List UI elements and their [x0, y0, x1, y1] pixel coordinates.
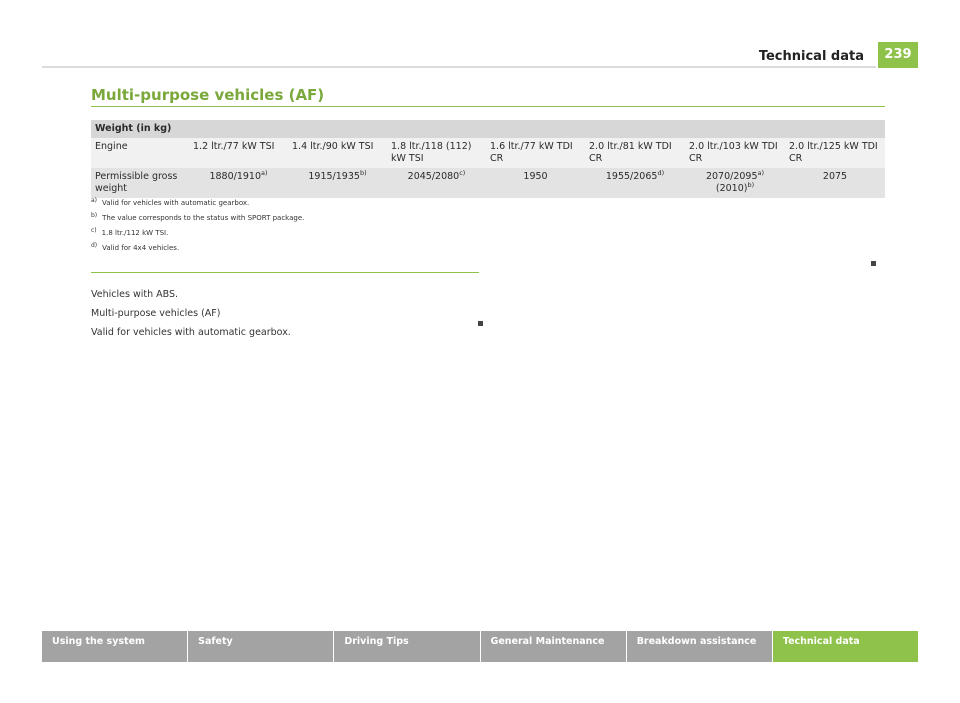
- footnote: a) Valid for vehicles with automatic gear…: [91, 197, 304, 214]
- footnote: d) Valid for 4x4 vehicles.: [91, 242, 304, 259]
- nav-tab-safety[interactable]: Safety: [187, 631, 334, 662]
- weight-value: 2045/2080: [407, 171, 460, 182]
- footnote-ref: b): [747, 181, 755, 189]
- footnote-text: 1.8 ltr./112 kW TSI.: [101, 229, 169, 237]
- weight-value: 1915/1935: [308, 171, 360, 182]
- weight-cell: 2045/2080c): [387, 168, 486, 198]
- footnotes: a) Valid for vehicles with automatic gear…: [91, 197, 305, 259]
- weight-table: Weight (in kg) Engine 1.2 ltr./77 kW TSI…: [91, 120, 886, 198]
- end-of-section-icon: [871, 261, 876, 266]
- weight-value: 2075: [822, 171, 848, 182]
- weight-cell: 2070/2095a) (2010)b): [685, 168, 785, 198]
- weight-row-label: Permissible gross weight: [91, 168, 189, 198]
- nav-tab-general-maintenance[interactable]: General Maintenance: [479, 631, 626, 662]
- weight-cell: 1950: [486, 168, 585, 198]
- nav-tab-technical-data[interactable]: Technical data: [771, 631, 919, 662]
- weight-cell: 1880/1910a): [189, 168, 288, 198]
- engine-row-label: Engine: [91, 138, 189, 168]
- table-heading-row: Weight (in kg): [91, 120, 886, 138]
- footnote-text: Valid for vehicles with automatic gearbo…: [102, 199, 250, 207]
- weight-row: Permissible gross weight 1880/1910a) 191…: [91, 168, 886, 198]
- body-line: Multi-purpose vehicles (AF): [91, 308, 221, 319]
- engine-cell: 2.0 ltr./81 kW TDI CR: [585, 138, 685, 168]
- engine-cell: 2.0 ltr./125 kW TDI CR: [785, 138, 886, 168]
- footnote-ref: d): [657, 169, 665, 177]
- body-line: Vehicles with ABS.: [91, 289, 179, 300]
- nav-tab-breakdown-assistance[interactable]: Breakdown assistance: [625, 631, 772, 662]
- footnote-mark: d): [91, 242, 98, 249]
- footnote-mark: b): [91, 212, 98, 219]
- section-title: Multi-purpose vehicles (AF): [91, 86, 325, 104]
- engine-row: Engine 1.2 ltr./77 kW TSI 1.4 ltr./90 kW…: [91, 138, 886, 168]
- header-title: Technical data: [758, 49, 864, 64]
- weight-cell: 2075: [785, 168, 886, 198]
- footnote-mark: a): [91, 197, 98, 204]
- engine-cell: 1.2 ltr./77 kW TSI: [189, 138, 288, 168]
- footnote: c) 1.8 ltr./112 kW TSI.: [91, 227, 304, 244]
- weight-value: 1880/1910: [209, 171, 262, 182]
- footnote-ref: b): [359, 169, 367, 177]
- engine-cell: 1.6 ltr./77 kW TDI CR: [486, 138, 585, 168]
- weight-value-secondary: (2010): [715, 183, 748, 194]
- nav-tab-driving-tips[interactable]: Driving Tips: [333, 631, 480, 662]
- bottom-nav: Using the system Safety Driving Tips Gen…: [42, 631, 919, 662]
- table-heading: Weight (in kg): [91, 120, 886, 138]
- engine-cell: 1.8 ltr./118 (112) kW TSI: [387, 138, 486, 168]
- footnote-separator-rule: [91, 272, 479, 273]
- engine-cell: 1.4 ltr./90 kW TSI: [288, 138, 387, 168]
- header-rule: [42, 66, 876, 68]
- weight-value: 1950: [523, 171, 548, 182]
- page-number: 239: [878, 42, 918, 68]
- engine-cell: 2.0 ltr./103 kW TDI CR: [685, 138, 785, 168]
- footnote-ref: c): [459, 169, 466, 177]
- footnote-text: Valid for 4x4 vehicles.: [102, 244, 180, 252]
- footnote-ref: a): [261, 169, 268, 177]
- weight-cell: 1915/1935b): [288, 168, 387, 198]
- footnote-ref: a): [757, 169, 765, 177]
- weight-cell: 1955/2065d): [585, 168, 685, 198]
- footnote-text: The value corresponds to the status with…: [102, 214, 305, 222]
- end-of-section-icon: [478, 321, 483, 326]
- weight-value: 1955/2065: [605, 171, 658, 182]
- footnote-mark: c): [91, 227, 97, 234]
- footnote: b) The value corresponds to the status wi…: [91, 212, 305, 229]
- body-line: Valid for vehicles with automatic gearbo…: [91, 327, 291, 338]
- nav-tab-using-the-system[interactable]: Using the system: [42, 631, 188, 662]
- section-title-rule: [91, 106, 885, 107]
- body-text: Vehicles with ABS. Multi-purpose vehicle…: [91, 285, 291, 342]
